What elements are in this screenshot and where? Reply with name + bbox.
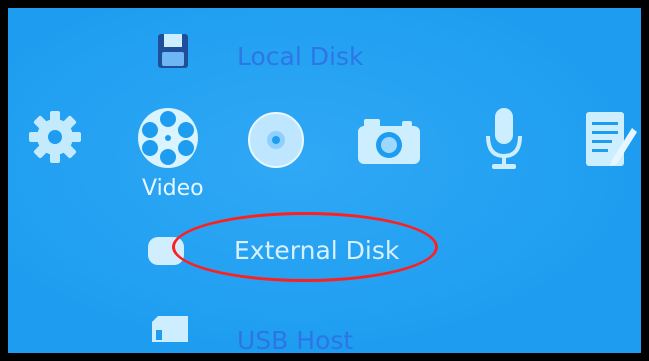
category-label-video: Video xyxy=(142,176,204,201)
storage-item-label: USB Host xyxy=(237,326,354,353)
camera-icon[interactable] xyxy=(356,116,422,166)
floppy-disk-icon xyxy=(158,34,188,68)
film-reel-icon[interactable] xyxy=(136,106,200,170)
storage-item-label: Local Disk xyxy=(237,42,364,71)
microphone-icon[interactable] xyxy=(484,106,524,172)
sd-card-icon xyxy=(152,316,188,342)
annotation-oval xyxy=(172,212,438,282)
media-player-screen: Local Disk Video External Disk USB Host xyxy=(8,8,641,353)
notepad-edit-icon[interactable] xyxy=(582,106,638,172)
gear-icon[interactable] xyxy=(26,108,84,166)
disc-icon[interactable] xyxy=(246,110,306,170)
